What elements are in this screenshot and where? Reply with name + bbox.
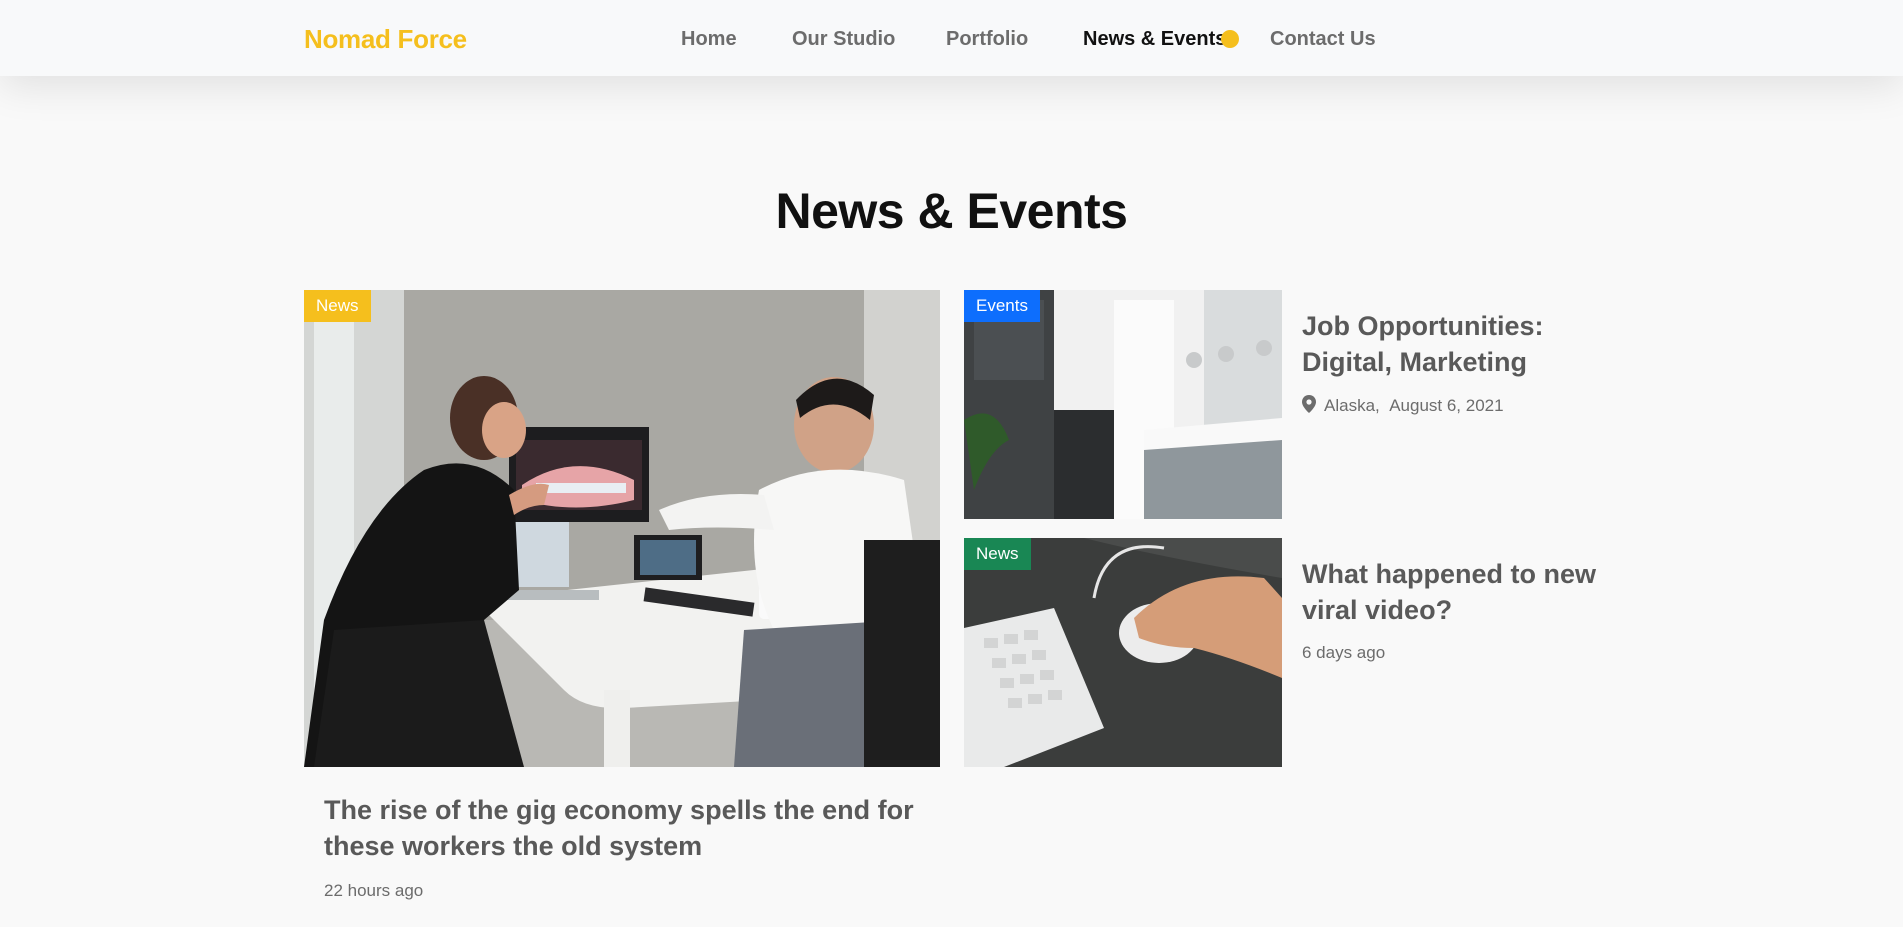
active-indicator-dot: [1221, 30, 1239, 48]
event-location: Alaska,: [1324, 396, 1380, 415]
office-meeting-photo: [304, 290, 940, 767]
featured-image[interactable]: News: [304, 290, 940, 767]
events-badge: Events: [964, 290, 1040, 322]
event-post-image[interactable]: Events: [964, 290, 1282, 519]
featured-time: 22 hours ago: [324, 881, 424, 900]
nav-portfolio[interactable]: Portfolio: [946, 28, 1028, 51]
nav-contact-us[interactable]: Contact Us: [1270, 28, 1376, 51]
news-badge: News: [304, 290, 371, 322]
keyboard-mouse-photo: [964, 538, 1282, 767]
news-badge: News: [964, 538, 1031, 570]
news-post-title[interactable]: What happened to new viral video?: [1302, 556, 1602, 628]
brand-logo[interactable]: Nomad Force: [304, 24, 467, 55]
nav-home[interactable]: Home: [681, 28, 737, 51]
event-post-title[interactable]: Job Opportunities: Digital, Marketing: [1302, 308, 1602, 380]
event-date: August 6, 2021: [1389, 396, 1504, 415]
map-pin-icon: [1302, 395, 1316, 413]
featured-title[interactable]: The rise of the gig economy spells the e…: [324, 792, 914, 864]
section-title: News & Events: [775, 183, 1128, 239]
news-post-image[interactable]: News: [964, 538, 1282, 767]
navbar: Nomad Force Home Our Studio Portfolio Ne…: [0, 0, 1903, 76]
kitchen-photo: [964, 290, 1282, 519]
nav-our-studio[interactable]: Our Studio: [792, 28, 895, 51]
event-post-meta: Alaska, August 6, 2021: [1302, 395, 1504, 416]
news-post-time: 6 days ago: [1302, 643, 1386, 662]
nav-news-events[interactable]: News & Events: [1083, 28, 1226, 51]
